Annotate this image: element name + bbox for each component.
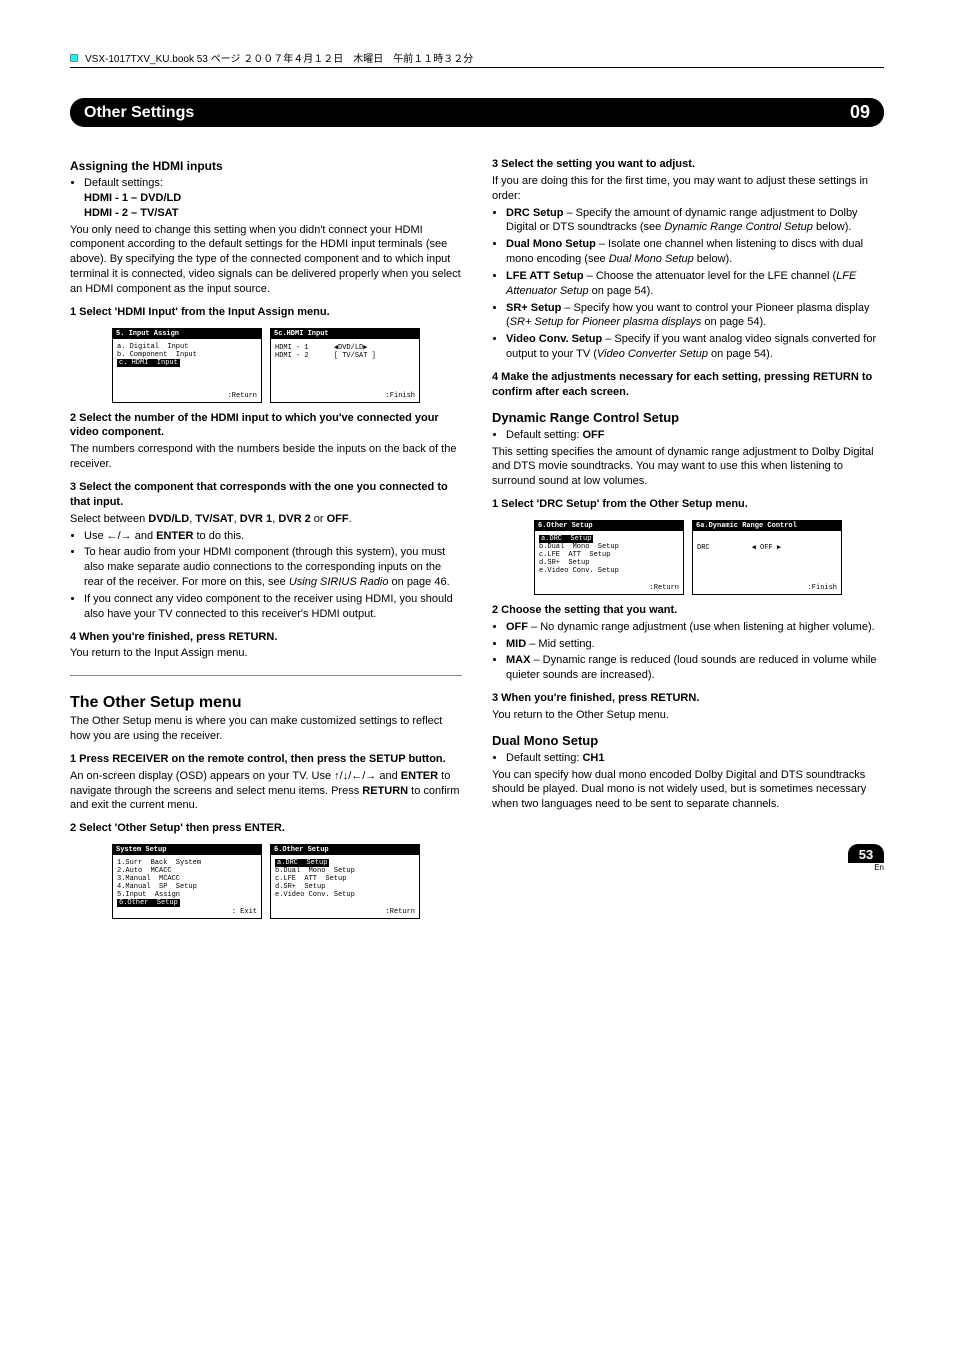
assign-bullet-audio: To hear audio from your HDMI component (… xyxy=(84,545,462,590)
assign-step-2: 2 Select the number of the HDMI input to… xyxy=(70,411,462,441)
heading-other-setup: The Other Setup menu xyxy=(70,694,462,712)
bullet-lfe-att: LFE ATT Setup – Choose the attenuator le… xyxy=(506,269,884,299)
assign-step-4: 4 When you're finished, press RETURN. xyxy=(70,630,462,645)
screen-pair-drc: 6.Other Setup a.DRC Setup b.Dual Mono Se… xyxy=(492,520,884,595)
right-step-3: 3 Select the setting you want to adjust. xyxy=(492,157,884,172)
drc-intro: This setting specifies the amount of dyn… xyxy=(492,445,884,490)
other-step-1: 1 Press RECEIVER on the remote control, … xyxy=(70,752,462,767)
default-settings-line: Default settings: HDMI - 1 – DVD/LD HDMI… xyxy=(84,176,462,221)
drc-default: Default setting: OFF xyxy=(506,428,884,443)
bullet-drc-setup: DRC Setup – Specify the amount of dynami… xyxy=(506,206,884,236)
book-filename: VSX-1017TXV_KU.book 53 ページ ２００７年４月１２日 木曜… xyxy=(85,50,473,65)
right-step-4: 4 Make the adjustments necessary for eac… xyxy=(492,370,884,400)
dual-intro: You can specify how dual mono encoded Do… xyxy=(492,768,884,813)
left-column: Assigning the HDMI inputs Default settin… xyxy=(70,149,462,927)
chapter-title: Other Settings xyxy=(84,104,194,122)
right-column: 3 Select the setting you want to adjust.… xyxy=(492,149,884,927)
drc-step-3: 3 When you're finished, press RETURN. xyxy=(492,691,884,706)
assign-step-3-body: Select between DVD/LD, TV/SAT, DVR 1, DV… xyxy=(70,512,462,527)
assign-bullet-use-enter: Use ←/→ and ENTER to do this. xyxy=(84,529,462,544)
book-header: VSX-1017TXV_KU.book 53 ページ ２００７年４月１２日 木曜… xyxy=(70,50,884,68)
screen-pair-input-assign: 5. Input Assign a. Digital Input b. Comp… xyxy=(70,328,462,403)
drc-opt-mid: MID – Mid setting. xyxy=(506,637,884,652)
assign-step-1: 1 Select 'HDMI Input' from the Input Ass… xyxy=(70,305,462,320)
chapter-number: 09 xyxy=(850,102,870,123)
screen-hdmi-input: 5c.HDMI Input HDMI - 1 ◀DVD/LD▶ HDMI - 2… xyxy=(270,328,420,403)
page-lang: En xyxy=(848,863,884,872)
screen-system-setup: System Setup 1.Surr Back System 2.Auto M… xyxy=(112,844,262,919)
dual-default: Default setting: CH1 xyxy=(506,751,884,766)
heading-assign-hdmi: Assigning the HDMI inputs xyxy=(70,159,462,173)
bullet-video-conv: Video Conv. Setup – Specify if you want … xyxy=(506,332,884,362)
drc-step-3-body: You return to the Other Setup menu. xyxy=(492,708,884,723)
other-step-2: 2 Select 'Other Setup' then press ENTER. xyxy=(70,821,462,836)
assign-intro: You only need to change this setting whe… xyxy=(70,223,462,297)
heading-dual-mono: Dual Mono Setup xyxy=(492,733,884,748)
bullet-dual-mono: Dual Mono Setup – Isolate one channel wh… xyxy=(506,237,884,267)
screen-drc-control: 6a.Dynamic Range Control DRC ◀ OFF ▶ :Fi… xyxy=(692,520,842,595)
chapter-bar: Other Settings 09 xyxy=(70,98,884,127)
drc-opt-max: MAX – Dynamic range is reduced (loud sou… xyxy=(506,653,884,683)
screen-pair-other-setup: System Setup 1.Surr Back System 2.Auto M… xyxy=(70,844,462,919)
assign-bullet-tv: If you connect any video component to th… xyxy=(84,592,462,622)
screen-other-setup-drc: 6.Other Setup a.DRC Setup b.Dual Mono Se… xyxy=(534,520,684,595)
other-step-1-body: An on-screen display (OSD) appears on yo… xyxy=(70,769,462,814)
page-number: 53 xyxy=(848,844,884,863)
drc-step-1: 1 Select 'DRC Setup' from the Other Setu… xyxy=(492,497,884,512)
screen-other-setup: 6.Other Setup a.DRC Setup b.Dual Mono Se… xyxy=(270,844,420,919)
assign-step-3: 3 Select the component that corresponds … xyxy=(70,480,462,510)
screen-input-assign: 5. Input Assign a. Digital Input b. Comp… xyxy=(112,328,262,403)
divider xyxy=(70,675,462,676)
drc-step-2: 2 Choose the setting that you want. xyxy=(492,603,884,618)
assign-step-2-body: The numbers correspond with the numbers … xyxy=(70,442,462,472)
assign-step-4-body: You return to the Input Assign menu. xyxy=(70,646,462,661)
right-step-3-body: If you are doing this for the first time… xyxy=(492,174,884,204)
other-intro: The Other Setup menu is where you can ma… xyxy=(70,714,462,744)
drc-opt-off: OFF – No dynamic range adjustment (use w… xyxy=(506,620,884,635)
bullet-sr-plus: SR+ Setup – Specify how you want to cont… xyxy=(506,301,884,331)
heading-drc: Dynamic Range Control Setup xyxy=(492,410,884,425)
